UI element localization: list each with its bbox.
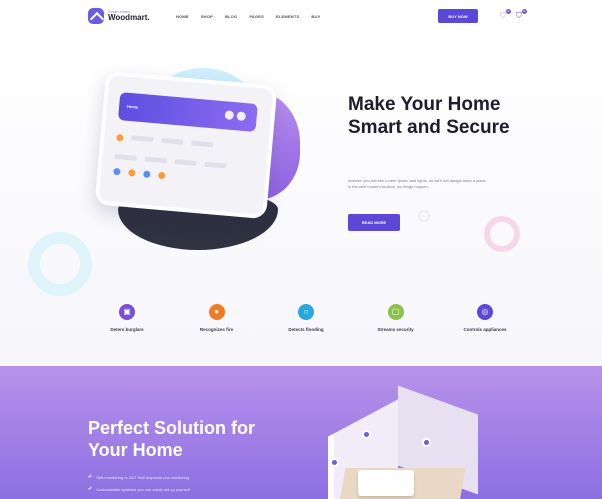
cart-count: 0 [522,9,527,14]
grid-icon: ◎ [477,304,493,320]
feature-label: Controls appliances [463,327,507,332]
nav-item-home[interactable]: HOME [176,14,189,19]
main-nav: HOME SHOP BLOG PAGES ELEMENTS BUY [176,14,320,19]
house-icon [88,8,104,24]
solution-check-item: ✔ Customizable systems you can easily se… [88,486,190,492]
device-screen-header: Home [117,92,258,132]
hero-title: Make Your Home Smart and Secure [348,94,510,138]
smart-display: Home [94,70,278,220]
feature-label: Recognizes fire [199,327,234,332]
solution-check-item: ✔ Self-monitoring or 24/7 Self response … [88,474,189,480]
nav-item-blog[interactable]: BLOG [225,14,237,19]
hotspot-pin[interactable] [422,438,431,447]
decor-small-ring [418,210,430,222]
device-toggle-icon [224,110,235,121]
device-toggle-icon [236,111,247,122]
bed-illustration [358,470,414,496]
hotspot-pin[interactable] [330,458,339,467]
lock-icon: ▣ [119,304,135,320]
feature-item: ▣ Deters burglars [86,304,168,334]
device-screen-label: Home [126,103,139,110]
feature-item: ● Recognizes fire [176,304,258,334]
nav-item-shop[interactable]: SHOP [201,14,213,19]
buy-now-button[interactable]: BUY NOW [438,9,478,23]
device-screen-row [116,133,254,154]
hotspot-pin[interactable] [362,430,371,439]
flame-icon: ● [208,304,225,320]
feature-item: ○ Detects flooding [265,304,347,334]
cart-icon[interactable]: ⛉ 0 [514,9,527,21]
feature-item: ▢ Streams security [355,304,437,334]
feature-label: Deters burglars [110,327,144,332]
check-icon: ✔ [88,474,93,480]
feature-item: ◎ Controls appliances [444,304,526,334]
wishlist-icon[interactable]: ♡ 0 [498,9,511,21]
features-row: ▣ Deters burglars ● Recognizes fire ○ De… [86,304,526,334]
wishlist-count: 0 [506,9,511,14]
site-header: Smart Home Woodmart. HOME SHOP BLOG PAGE… [0,0,602,36]
solution-check-text: Self-monitoring or 24/7 Self response pr… [96,474,190,480]
logo[interactable]: Smart Home Woodmart. [88,8,150,24]
read-more-button[interactable]: READ MORE [348,214,400,231]
hero-description: Answer, you will see Lorem Ipsum and lig… [348,178,486,190]
nav-item-buy[interactable]: BUY [311,14,320,19]
solution-section: Perfect Solution for Your Home ✔ Self-mo… [0,366,602,499]
logo-name: Woodmart. [108,13,150,22]
nav-item-pages[interactable]: PAGES [249,14,264,19]
camera-icon: ▢ [387,304,404,320]
feature-label: Detects flooding [288,327,324,332]
decor-ring-left [28,232,92,296]
room-illustration [322,385,482,499]
solution-title: Perfect Solution for Your Home [88,418,256,460]
drop-icon: ○ [298,304,314,320]
nav-item-elements[interactable]: ELEMENTS [276,14,299,19]
decor-ring-right [484,216,520,252]
solution-check-text: Customizable systems you can easily set … [96,486,190,492]
feature-label: Streams security [377,327,414,332]
check-icon: ✔ [88,486,93,492]
